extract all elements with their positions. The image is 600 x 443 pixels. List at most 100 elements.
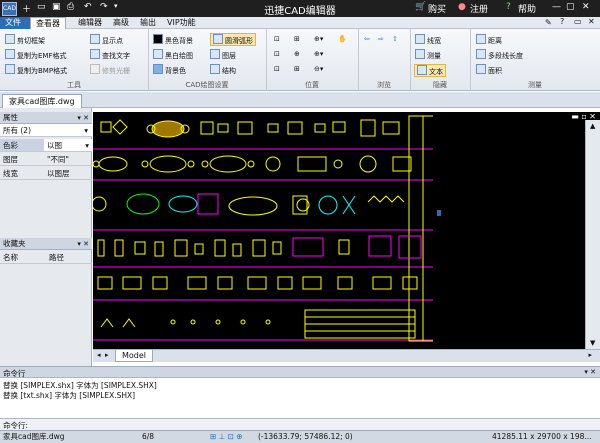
chevron-left-icon[interactable]: ◂ [97, 351, 101, 359]
arrow-right-icon[interactable]: ⇨ [378, 34, 384, 45]
properties-filter-select[interactable]: 所有 (2) ▾ [0, 124, 92, 137]
command-output: 替换 [SIMPLEX.shx] 字体为 [SIMPLEX.SHX] 替换 [t… [0, 378, 600, 418]
distance-button[interactable]: 距离 [476, 34, 502, 45]
register-link[interactable]: 注册 [470, 2, 488, 15]
favorites-pin-icon[interactable]: ▾ ✕ [77, 238, 89, 250]
cad-canvas[interactable]: ▬ ▫ ✕ [93, 112, 600, 349]
command-input[interactable]: 命令行: [0, 418, 600, 430]
chevron-down-icon: ▾ [85, 141, 89, 150]
smooth-arc-button[interactable]: 圆滑弧形 [210, 33, 256, 46]
cad-row-6 [100, 309, 416, 339]
trim-raster-button[interactable]: 修剪光栅 [90, 64, 130, 75]
zoom-icon[interactable]: ⊕▾ [314, 34, 323, 45]
group-title-tools: 工具 [67, 81, 81, 89]
scroll-down-icon[interactable]: ▼ [590, 339, 595, 347]
area-button[interactable]: 面积 [476, 64, 502, 75]
tab-model[interactable]: Model [115, 350, 154, 362]
property-name: 色彩 [0, 139, 44, 152]
pan-hand-icon[interactable]: ✋ [338, 34, 347, 45]
favorites-column-path[interactable]: 路径 [46, 251, 92, 264]
hscroll-right-icon[interactable]: ▸ [588, 351, 592, 359]
zoom-previous-icon[interactable]: ⊡ [274, 64, 280, 75]
black-background-button[interactable]: 黑色背景 [153, 34, 193, 45]
help-icon[interactable]: ? [506, 2, 511, 12]
cut-frame-button[interactable]: 剪切框架 [5, 34, 45, 45]
zoom-realtime-icon[interactable]: ⊞ [294, 64, 300, 75]
style-icon[interactable]: ✎ [545, 18, 552, 27]
close-icon[interactable]: ✕ [582, 2, 590, 12]
black-white-button[interactable]: 黑白绘图 [153, 49, 193, 60]
layers-icon [210, 49, 220, 59]
measure-toggle-button[interactable]: 测量 [415, 49, 441, 60]
cad-drawing [93, 112, 598, 349]
arrow-up-icon[interactable]: ⇧ [392, 34, 398, 45]
copy-bmp-button[interactable]: 复制为BMP格式 [5, 64, 67, 75]
maximize-icon[interactable]: ▢ [566, 2, 575, 12]
text-toggle-icon [417, 65, 427, 75]
restore-icon[interactable]: ▭ [574, 17, 582, 26]
property-name: 图层 [0, 153, 44, 166]
polyline-length-button[interactable]: 多段线长度 [476, 49, 523, 60]
menu-advanced[interactable]: 高级 [108, 17, 134, 29]
cad-row-1 [100, 119, 400, 138]
smooth-arc-icon [213, 34, 223, 44]
properties-pin-icon[interactable]: ▾ ✕ [77, 112, 89, 124]
copy-emf-button[interactable]: 复制为EMF格式 [5, 49, 67, 60]
cad-row-2 [93, 155, 412, 173]
status-filename: 家具cad图库.dwg [3, 432, 65, 441]
menu-bar: 文件 查看器 编辑器 高级 输出 VIP功能 ✎ ? ▭ ✕ [0, 17, 600, 30]
zoom-window-icon[interactable]: ⊞ [294, 34, 300, 45]
group-measure: 距离 多段线长度 面积 测量 [470, 29, 600, 91]
cad-row-5 [97, 276, 418, 290]
property-value-color[interactable]: 以图 ▾ [44, 139, 92, 152]
cad-row-3 [93, 193, 405, 216]
properties-header: 属性 ▾ ✕ [0, 112, 92, 124]
zoom-out-icon[interactable]: ⊖▾ [314, 64, 323, 75]
structure-button[interactable]: 结构 [210, 64, 236, 75]
background-color-button[interactable]: 背景色 [153, 64, 186, 75]
help-menu-icon[interactable]: ? [560, 17, 564, 26]
group-title-browse: 浏览 [377, 81, 391, 89]
line-width-button[interactable]: 线宽 [415, 34, 441, 45]
command-close-icon[interactable]: ▾ ✕ [584, 368, 596, 376]
command-line: 替换 [txt.shx] 字体为 [SIMPLEX.SHX] [3, 391, 136, 400]
user-icon[interactable]: ● [458, 2, 466, 12]
property-name: 线宽 [0, 167, 44, 180]
buy-link[interactable]: 购买 [428, 2, 446, 15]
status-snap-icons[interactable]: ⊞ ⊥ ⊡ ⊕ [210, 431, 243, 443]
property-value-linewidth[interactable]: 以图层 [44, 167, 92, 180]
measure-toggle-icon [415, 49, 425, 59]
menu-editor[interactable]: 编辑器 [73, 17, 107, 29]
properties-filter-value: 所有 (2) [3, 126, 32, 135]
menu-vip[interactable]: VIP功能 [162, 17, 201, 29]
text-toggle-button[interactable]: 文本 [414, 64, 446, 77]
help-link[interactable]: 帮助 [518, 2, 536, 15]
minimize-icon[interactable]: — [552, 2, 561, 12]
arrow-left-icon[interactable]: ⇦ [364, 34, 370, 45]
layers-button[interactable]: 图层 [210, 49, 236, 60]
polyline-length-icon [476, 49, 486, 59]
group-hidden: 线宽 测量 文本 隐藏 [410, 29, 471, 91]
scroll-up-icon[interactable]: ▲ [590, 122, 595, 130]
zoom-in-icon[interactable]: ⊕ [294, 49, 300, 60]
find-text-button[interactable]: 查找文字 [90, 49, 130, 60]
show-points-button[interactable]: 显示点 [90, 34, 123, 45]
menu-output[interactable]: 输出 [135, 17, 161, 29]
zoom-extents-icon[interactable]: ⊡ [274, 34, 280, 45]
chevron-right-icon[interactable]: ▸ [105, 351, 109, 359]
chevron-down-icon: ▾ [84, 126, 88, 135]
cad-row-4 [97, 235, 422, 259]
group-title-drawing-settings: CAD绘图设置 [185, 81, 229, 89]
zoom-in-dropdown-icon[interactable]: ⊕▾ [314, 49, 323, 60]
document-tab[interactable]: 家具cad图库.dwg [2, 94, 82, 108]
black-background-icon [153, 34, 163, 44]
favorites-header: 收藏夹 ▾ ✕ [0, 238, 92, 250]
zoom-fit-icon[interactable]: ⊡ [274, 49, 280, 60]
property-value-layer[interactable]: "不同" [44, 153, 92, 166]
group-title-measure: 测量 [528, 81, 542, 89]
ribbon-close-icon[interactable]: ✕ [588, 17, 595, 26]
vertical-scrollbar[interactable]: ▲ ▼ [585, 120, 600, 349]
favorites-column-name[interactable]: 名称 [0, 251, 46, 264]
cart-icon[interactable]: 🛒 [415, 2, 426, 12]
distance-icon [476, 34, 486, 44]
